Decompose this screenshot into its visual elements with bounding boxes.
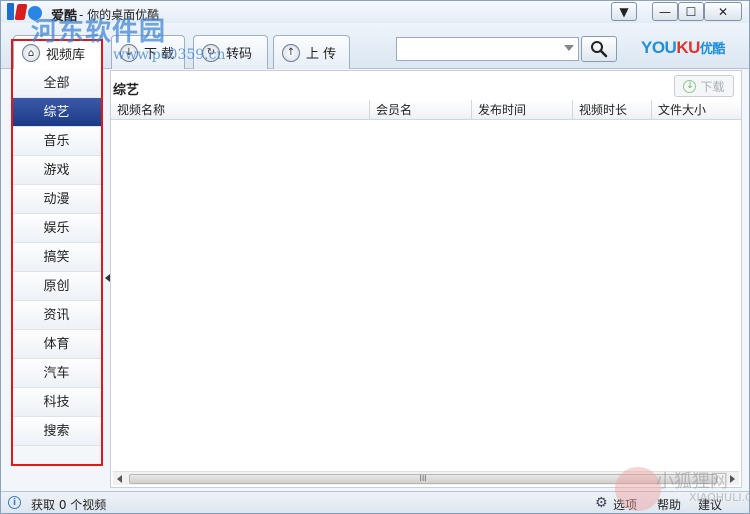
help-link[interactable]: 帮助: [657, 496, 681, 513]
column-file-size[interactable]: 文件大小: [652, 100, 741, 120]
search-dropdown-icon[interactable]: [564, 45, 574, 51]
sidebar-item-tech[interactable]: 科技: [11, 388, 102, 417]
close-button[interactable]: ✕: [704, 2, 742, 21]
brand-part2: KU: [676, 38, 700, 57]
column-member-name[interactable]: 会员名: [370, 100, 472, 120]
download-button-label: 下载: [700, 79, 725, 94]
chevron-down-icon: ▼: [619, 4, 629, 19]
sidebar-item-entertainment[interactable]: 娱乐: [11, 214, 102, 243]
column-duration[interactable]: 视频时长: [573, 100, 652, 120]
sidebar-item-cars[interactable]: 汽车: [11, 359, 102, 388]
sidebar-item-all[interactable]: 全部: [11, 69, 102, 98]
brand-part3: 优酷: [699, 41, 726, 56]
gear-icon[interactable]: ⚙: [595, 495, 608, 511]
sidebar-item-music[interactable]: 音乐: [11, 127, 102, 156]
download-button[interactable]: ↓ 下载: [674, 75, 734, 97]
sidebar-item-sports[interactable]: 体育: [11, 330, 102, 359]
fox-watermark-sub: XIAOHULI.CN: [689, 491, 750, 504]
table-header: 视频名称 会员名 发布时间 视频时长 文件大小: [111, 100, 741, 120]
column-publish-time[interactable]: 发布时间: [472, 100, 573, 120]
status-text: 获取 0 个视频: [31, 498, 107, 512]
app-window: 爱酷 - 你的桌面优酷 ▼ — ☐ ✕ ⌂ 视频库 ↓ 下 载 ↻ 转码 ↑ 上…: [0, 0, 750, 514]
logo-i-mark: [7, 3, 14, 20]
watermark-site-url: www.pc0359.cn: [113, 47, 226, 63]
search-icon: [591, 41, 608, 58]
scroll-left-icon[interactable]: [117, 475, 122, 483]
minimize-icon: —: [659, 4, 671, 19]
maximize-button[interactable]: ☐: [678, 2, 704, 21]
video-list-panel: 综艺 ↓ 下载 视频名称 会员名 发布时间 视频时长 文件大小 III: [110, 70, 742, 488]
info-icon: i: [8, 496, 21, 509]
sidebar-item-games[interactable]: 游戏: [11, 156, 102, 185]
search-button[interactable]: [581, 36, 617, 62]
fox-logo-watermark: [615, 467, 661, 511]
scroll-right-icon[interactable]: [730, 475, 735, 483]
search-input[interactable]: [396, 37, 579, 61]
upload-icon: ↑: [282, 43, 300, 62]
tab-label: 上 传: [306, 47, 337, 62]
sidebar-item-anime[interactable]: 动漫: [11, 185, 102, 214]
category-sidebar: 全部 综艺 音乐 游戏 动漫 娱乐 搞笑 原创 资讯 体育 汽车 科技 搜索: [11, 69, 102, 465]
close-icon: ✕: [717, 4, 729, 19]
tab-label: 转码: [226, 47, 253, 62]
sidebar-item-variety[interactable]: 综艺: [11, 98, 102, 127]
column-video-name[interactable]: 视频名称: [111, 100, 370, 120]
window-menu-button[interactable]: ▼: [611, 2, 637, 21]
sidebar-item-original[interactable]: 原创: [11, 272, 102, 301]
watermark-site-name: 河东软件园: [31, 17, 167, 47]
sidebar-item-search[interactable]: 搜索: [11, 417, 102, 446]
sidebar-item-funny[interactable]: 搞笑: [11, 243, 102, 272]
download-icon: ↓: [683, 79, 697, 93]
panel-title: 综艺: [113, 83, 140, 98]
brand-part1: YOU: [641, 38, 677, 57]
sidebar-item-news[interactable]: 资讯: [11, 301, 102, 330]
maximize-icon: ☐: [685, 4, 697, 19]
fox-watermark-text: 小狐狸网: [656, 471, 728, 492]
logo-k-mark: [14, 4, 28, 20]
tab-upload[interactable]: ↑ 上 传: [273, 35, 350, 69]
youku-logo: YOUKU优酷: [641, 38, 725, 58]
minimize-button[interactable]: —: [652, 2, 678, 21]
